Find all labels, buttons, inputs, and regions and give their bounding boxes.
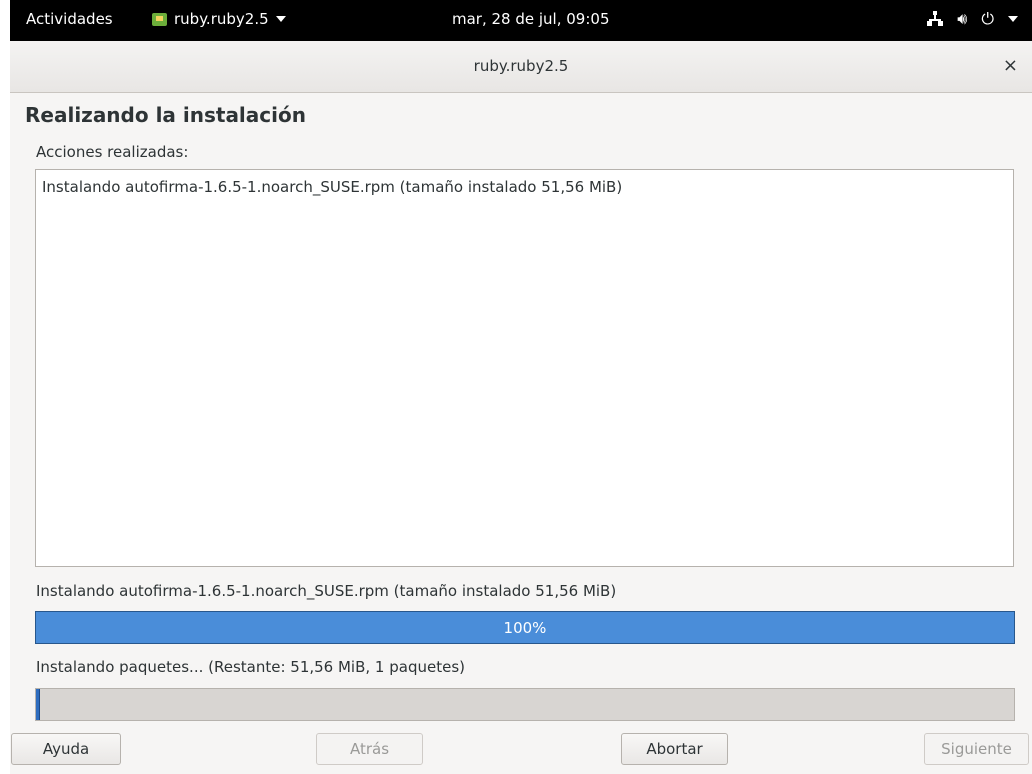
page-title: Realizando la instalación xyxy=(25,103,306,127)
actions-label: Acciones realizadas: xyxy=(36,143,189,161)
current-package-status: Instalando autofirma-1.6.5-1.noarch_SUSE… xyxy=(36,582,617,600)
chevron-down-icon xyxy=(275,16,286,22)
package-progress-bar: 100% xyxy=(35,611,1015,644)
log-line: Instalando autofirma-1.6.5-1.noarch_SUSE… xyxy=(42,178,623,196)
chevron-down-icon xyxy=(1008,16,1018,22)
help-button[interactable]: Ayuda xyxy=(11,733,121,765)
actions-log[interactable]: Instalando autofirma-1.6.5-1.noarch_SUSE… xyxy=(35,169,1014,567)
left-edge xyxy=(0,0,10,774)
abort-button[interactable]: Abortar xyxy=(621,733,728,765)
app-menu-label: ruby.ruby2.5 xyxy=(174,10,269,28)
overall-progress-bar xyxy=(35,688,1015,721)
overall-status: Instalando paquetes... (Restante: 51,56 … xyxy=(36,658,465,676)
package-progress-label: 100% xyxy=(503,619,547,637)
network-icon xyxy=(927,11,944,27)
next-button[interactable]: Siguiente xyxy=(924,733,1029,765)
volume-icon: 🔊︎ xyxy=(957,9,968,28)
back-button[interactable]: Atrás xyxy=(316,733,423,765)
clock[interactable]: mar, 28 de jul, 09:05 xyxy=(452,10,610,28)
window-titlebar: ruby.ruby2.5 × xyxy=(10,41,1032,93)
power-icon: ⏻ xyxy=(981,9,994,28)
overall-progress-fill xyxy=(36,689,40,720)
app-icon xyxy=(152,12,167,26)
top-bar: Actividades ruby.ruby2.5 mar, 28 de jul,… xyxy=(10,0,1032,41)
close-icon[interactable]: × xyxy=(1003,55,1018,76)
app-menu[interactable]: ruby.ruby2.5 xyxy=(152,10,286,28)
window-title: ruby.ruby2.5 xyxy=(473,57,569,75)
activities-button[interactable]: Actividades xyxy=(26,10,113,28)
system-tray[interactable]: 🔊︎ ⏻ xyxy=(927,9,1018,29)
